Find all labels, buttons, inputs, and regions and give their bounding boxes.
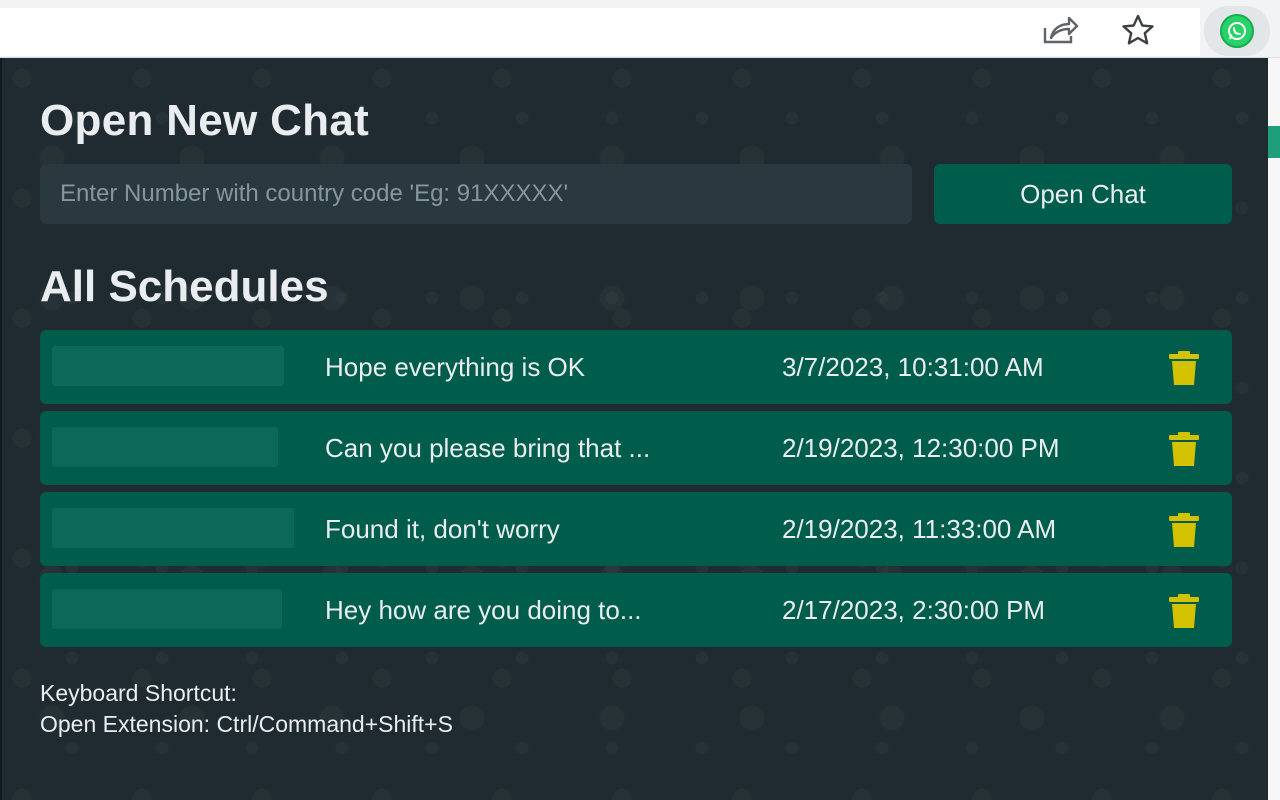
schedule-time: 3/7/2023, 10:31:00 AM (782, 352, 1044, 382)
schedule-row: Found it, don't worry 2/19/2023, 11:33:0… (40, 492, 1232, 566)
open-chat-button[interactable]: Open Chat (934, 164, 1232, 224)
delete-schedule-button[interactable] (1164, 591, 1204, 631)
shortcut-heading: Keyboard Shortcut: (40, 680, 237, 706)
schedule-row: Hope everything is OK 3/7/2023, 10:31:00… (40, 330, 1232, 404)
contact-redacted (52, 346, 284, 386)
whatsapp-extension-button[interactable] (1204, 6, 1270, 56)
contact-redacted (52, 508, 294, 548)
delete-schedule-button[interactable] (1164, 510, 1204, 550)
schedule-row: Can you please bring that ... 2/19/2023,… (40, 411, 1232, 485)
all-schedules-title: All Schedules (40, 262, 329, 311)
delete-schedule-button[interactable] (1164, 348, 1204, 388)
open-new-chat-title: Open New Chat (40, 96, 370, 145)
whatsapp-icon (1220, 14, 1254, 48)
schedule-message: Can you please bring that ... (325, 433, 651, 463)
trash-icon (1169, 432, 1199, 466)
browser-toolbar (0, 0, 1280, 58)
schedule-row: Hey how are you doing to... 2/17/2023, 2… (40, 573, 1232, 647)
shortcut-text: Open Extension: Ctrl/Command+Shift+S (40, 711, 453, 737)
schedule-message: Found it, don't worry (325, 514, 560, 544)
extension-popup: Open New Chat Open Chat All Schedules Ho… (0, 58, 1268, 800)
schedule-list: Hope everything is OK 3/7/2023, 10:31:00… (40, 330, 1232, 654)
underlying-page (1268, 58, 1280, 800)
contact-redacted (52, 589, 282, 629)
contact-redacted (52, 427, 278, 467)
trash-icon (1169, 513, 1199, 547)
star-icon[interactable] (1118, 10, 1158, 50)
schedule-time: 2/19/2023, 12:30:00 PM (782, 433, 1060, 463)
phone-number-input[interactable] (40, 164, 912, 224)
trash-icon (1169, 594, 1199, 628)
keyboard-shortcut-info: Keyboard Shortcut: Open Extension: Ctrl/… (40, 678, 453, 740)
schedule-message: Hey how are you doing to... (325, 595, 642, 625)
schedule-time: 2/17/2023, 2:30:00 PM (782, 595, 1046, 625)
page-accent-bar (1268, 126, 1280, 158)
trash-icon (1169, 351, 1199, 385)
share-icon[interactable] (1040, 10, 1080, 50)
address-bar-area[interactable] (0, 8, 1200, 56)
schedule-message: Hope everything is OK (325, 352, 586, 382)
schedule-time: 2/19/2023, 11:33:00 AM (782, 514, 1057, 544)
delete-schedule-button[interactable] (1164, 429, 1204, 469)
